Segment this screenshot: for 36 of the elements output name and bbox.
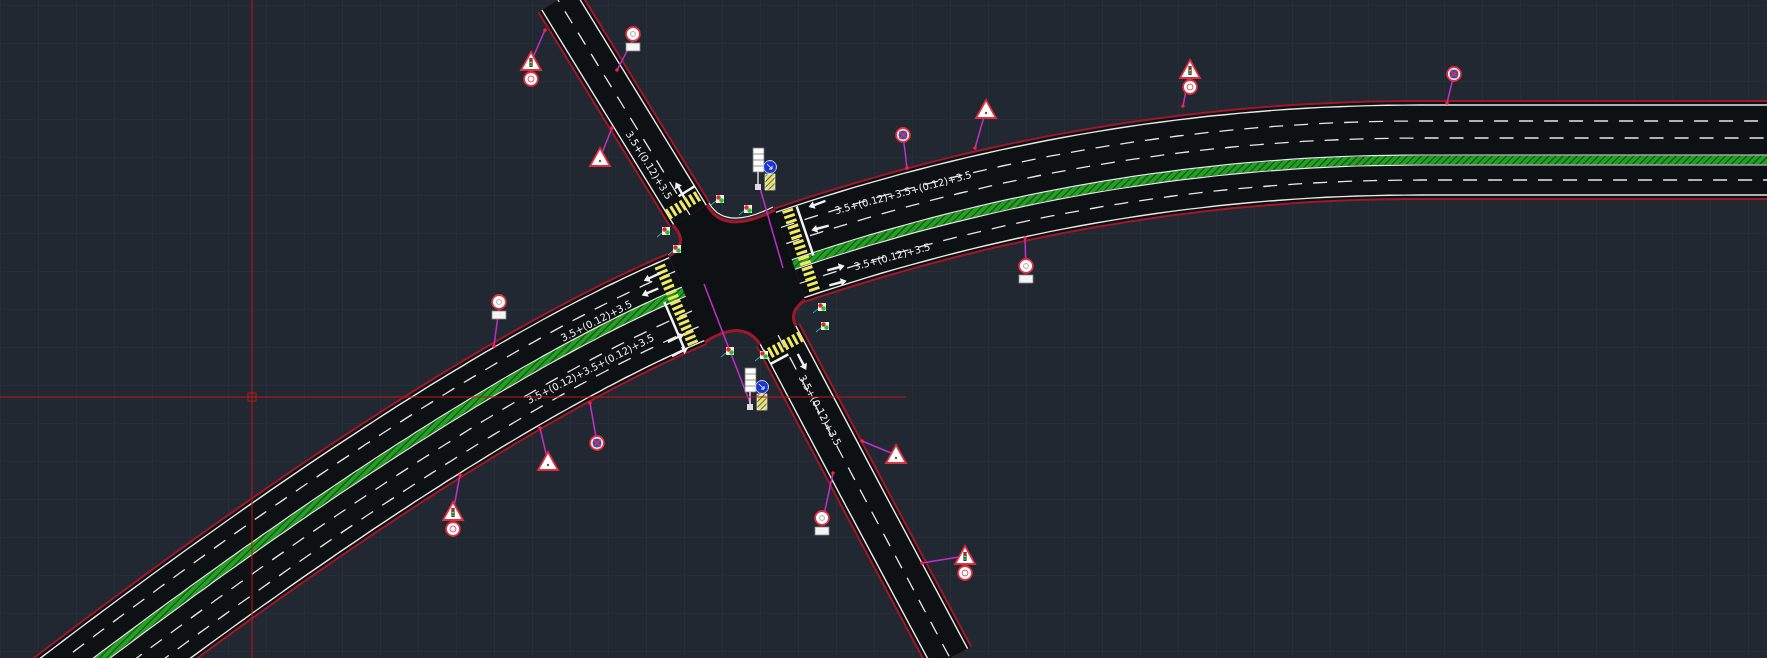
- traffic-light-icon: [656, 227, 670, 238]
- lane-arrow-icon: [829, 278, 847, 287]
- signal-warning-sign-icon: [953, 544, 977, 581]
- signal-warning-sign-icon: [441, 500, 465, 537]
- traffic-light-icon: [812, 303, 826, 314]
- traffic-light-icon: [754, 351, 768, 362]
- no-stopping-sign-icon: [589, 435, 605, 451]
- warning-sign-icon: [974, 98, 998, 119]
- prohibition-sign-icon: [625, 26, 641, 52]
- signal-warning-sign-icon: [519, 50, 543, 87]
- warning-sign-icon: [588, 146, 612, 167]
- signal-post-drawing: [752, 147, 777, 191]
- lane-arrow-icon: [808, 199, 826, 209]
- traffic-light-icon: [738, 205, 752, 216]
- prohibition-sign-icon: [491, 294, 507, 320]
- lane-arrow-icon: [667, 333, 685, 343]
- prohibition-sign-icon: [1018, 258, 1034, 284]
- lane-arrow-icon: [675, 182, 686, 199]
- traffic-light-icon: [720, 347, 734, 358]
- no-stopping-sign-icon: [895, 127, 911, 143]
- traffic-light-icon: [710, 195, 724, 206]
- signal-post-drawing: [744, 367, 769, 411]
- prohibition-sign-icon: [814, 510, 830, 536]
- lane-arrow-icon: [641, 287, 659, 297]
- traffic-light-icon: [667, 245, 681, 256]
- signal-warning-sign-icon: [1178, 58, 1202, 95]
- lane-arrow-icon: [796, 353, 807, 370]
- lane-arrow-icon: [643, 272, 661, 282]
- warning-sign-icon: [536, 450, 560, 471]
- warning-sign-icon: [884, 443, 908, 464]
- traffic-light-icon: [815, 322, 829, 333]
- lane-arrow-icon: [827, 263, 845, 272]
- crosshair-box-icon: [247, 392, 257, 402]
- no-stopping-sign-icon: [1446, 66, 1462, 82]
- lane-arrow-icon: [671, 347, 688, 358]
- lane-arrow-icon: [811, 224, 829, 233]
